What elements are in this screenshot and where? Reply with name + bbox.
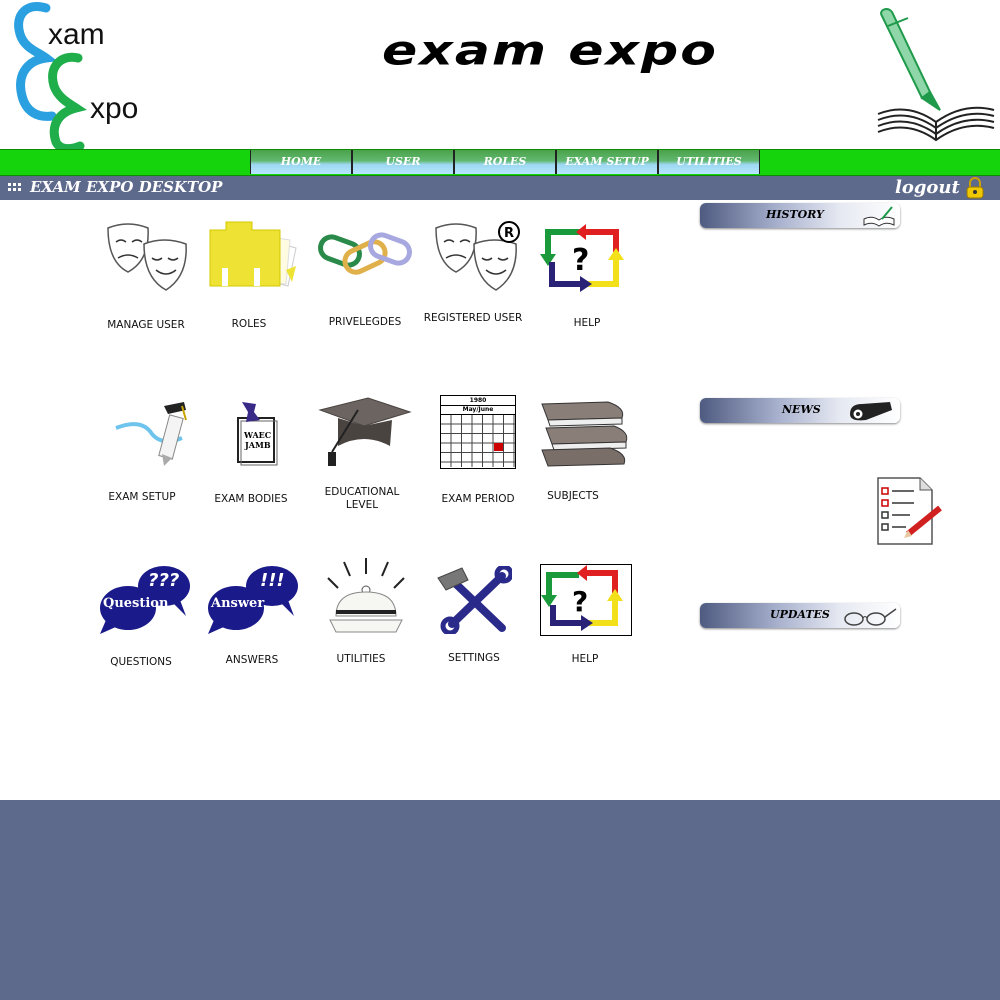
icon-label-roles: ROLES (231, 318, 267, 330)
newspaper-roll-icon (850, 402, 892, 421)
roles-folder-icon[interactable] (208, 220, 303, 290)
icon-label-privileges: PRIVELEGDES (328, 316, 402, 328)
tab-utilities[interactable]: UTILITIES (658, 150, 760, 174)
grip-dots-icon (8, 183, 21, 191)
padlock-icon[interactable] (966, 177, 984, 199)
icon-label-help-2: HELP (571, 653, 599, 665)
help-arrows-icon[interactable]: ? (540, 222, 630, 294)
settings-tools-icon[interactable] (436, 566, 512, 634)
questions-bubble-icon[interactable]: ??? Question (100, 564, 192, 636)
updates-button[interactable]: UPDATES (700, 603, 900, 628)
tab-roles[interactable]: ROLES (454, 150, 556, 174)
news-label: NEWS (782, 403, 821, 416)
icon-label-exam-bodies: EXAM BODIES (214, 493, 288, 505)
calendar-year: 1980 (441, 396, 515, 406)
pen-book-icon (877, 8, 995, 142)
icon-label-help-1: HELP (573, 317, 601, 329)
svg-text:?: ? (572, 585, 588, 618)
icon-label-exam-period: EXAM PERIOD (441, 493, 515, 505)
history-label: HISTORY (766, 208, 824, 221)
history-button[interactable]: HISTORY (700, 203, 900, 228)
updates-label: UPDATES (770, 608, 830, 621)
exam-expo-logo[interactable]: xam xpo (8, 0, 158, 154)
exam-setup-pencil-icon[interactable] (112, 398, 192, 470)
svg-text:?: ? (572, 243, 589, 278)
privileges-chain-icon[interactable] (318, 228, 413, 288)
tab-user[interactable]: USER (352, 150, 454, 174)
news-button[interactable]: NEWS (700, 398, 900, 423)
logo-line1: xam (48, 18, 105, 51)
calendar-month: May/June (441, 406, 515, 415)
calendar-grid (441, 415, 515, 467)
main-navbar: HOME USER ROLES EXAM SETUP UTILITIES (0, 149, 1000, 176)
open-book-quill-icon (863, 206, 895, 227)
icon-label-registered-user: REGISTERED USER (423, 312, 523, 324)
icon-label-manage-user: MANAGE USER (107, 319, 185, 331)
question-word: Question (103, 596, 169, 611)
footer-band (0, 800, 1000, 1000)
answer-marks: !!! (260, 570, 285, 591)
tab-exam-setup[interactable]: EXAM SETUP (556, 150, 658, 174)
header: xam xpo exam expo (0, 0, 1000, 154)
icon-label-exam-setup: EXAM SETUP (108, 491, 176, 503)
logo-line2: xpo (90, 92, 139, 125)
exam-period-calendar-icon[interactable]: 1980 May/June (440, 395, 516, 469)
help-arrows-icon-2: ? (541, 565, 623, 631)
registered-user-masks-icon[interactable]: R (432, 218, 527, 293)
question-marks: ??? (148, 570, 180, 591)
site-title: exam expo (382, 28, 718, 75)
calendar-selected-day (494, 443, 503, 451)
help-arrows-icon-framed[interactable]: ? (540, 564, 632, 636)
icon-label-subjects: SUBJECTS (547, 490, 599, 502)
utilities-bell-icon[interactable] (322, 556, 412, 636)
answer-word: Answer (211, 596, 265, 611)
desktop-title: EXAM EXPO DESKTOP (30, 178, 223, 196)
tab-home[interactable]: HOME (250, 150, 352, 174)
svg-text:R: R (504, 226, 514, 241)
bodies-doc-line2: JAMB (245, 440, 271, 450)
checklist-pencil-icon (877, 477, 942, 545)
exam-bodies-document-icon[interactable]: WAEC JAMB (232, 400, 282, 468)
logout-link[interactable]: logout (895, 177, 960, 198)
subjects-books-icon[interactable] (538, 398, 630, 470)
eyeglasses-icon (844, 608, 897, 626)
manage-user-masks-icon[interactable] (100, 220, 195, 295)
icon-label-educational-level: EDUCATIONAL LEVEL (324, 486, 400, 511)
icon-label-questions: QUESTIONS (110, 656, 172, 668)
bodies-doc-line1: WAEC (244, 430, 272, 440)
answers-bubble-icon[interactable]: !!! Answer (208, 564, 300, 636)
educational-level-cap-icon[interactable] (318, 396, 412, 470)
icon-label-utilities: UTILITIES (336, 653, 386, 665)
icon-label-settings: SETTINGS (448, 652, 500, 664)
icon-label-answers: ANSWERS (225, 654, 279, 666)
